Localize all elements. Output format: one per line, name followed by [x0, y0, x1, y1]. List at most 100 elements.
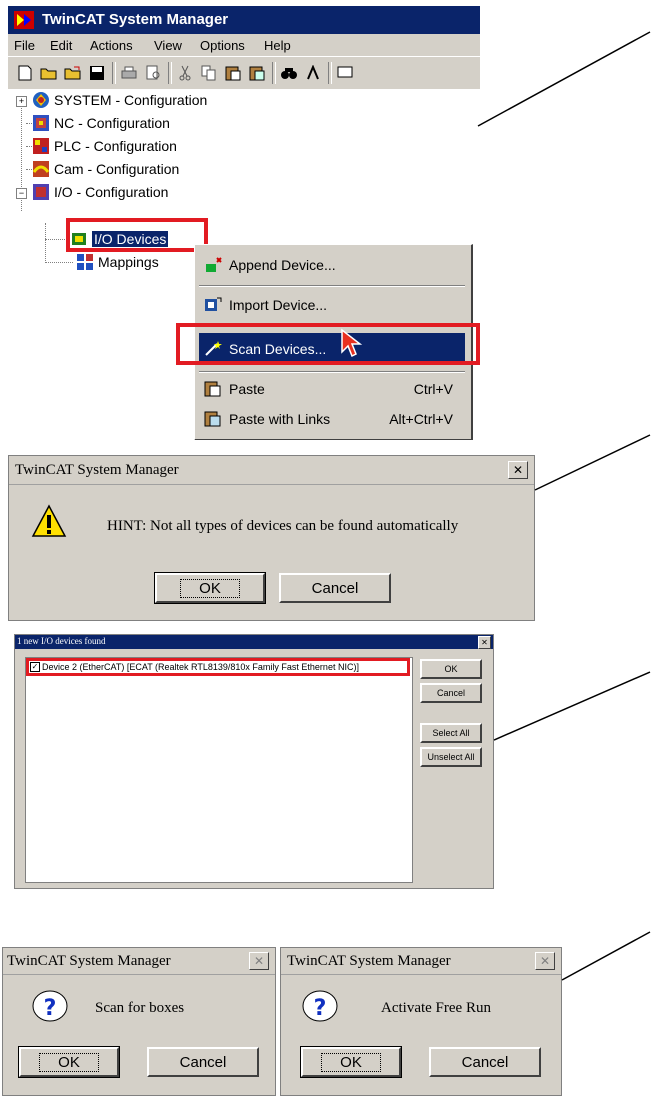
button-label: Cancel [461, 1053, 509, 1071]
cancel-button[interactable]: Cancel [429, 1047, 541, 1077]
leader-line [534, 434, 651, 491]
button-label: Select All [432, 728, 470, 738]
dialog-title-bar: 1 new I/O devices found ✕ [15, 635, 493, 649]
dialog-title-bar: TwinCAT System Manager ✕ [9, 456, 534, 485]
collapse-io-icon[interactable]: − [16, 188, 27, 199]
leader-line [493, 671, 651, 741]
dialog-title: TwinCAT System Manager [7, 953, 171, 969]
paste-links-icon[interactable] [248, 65, 266, 81]
devices-found-dialog: 1 new I/O devices found ✕ ✓ Device 2 (Et… [14, 634, 494, 889]
tree-node-label: Cam - Configuration [54, 161, 180, 177]
close-button[interactable]: ✕ [249, 952, 269, 970]
tree-node-label: NC - Configuration [54, 115, 170, 131]
tree-node-label: I/O - Configuration [54, 184, 169, 200]
svg-text:?: ? [314, 996, 327, 1021]
ok-button[interactable]: OK [420, 659, 482, 679]
dialog-message: Scan for boxes [95, 1000, 185, 1016]
open-folder-icon[interactable] [40, 65, 58, 81]
dialog-title: TwinCAT System Manager [287, 953, 451, 969]
tree-node-system[interactable]: SYSTEM - Configuration [32, 89, 207, 111]
system-config-icon [33, 92, 49, 108]
system-manager-window: TwinCAT System Manager File Edit Actions… [8, 6, 480, 440]
monitor-icon[interactable] [336, 65, 354, 81]
menu-actions[interactable]: Actions [90, 38, 133, 53]
mappings-icon [77, 254, 93, 270]
tree-node-cam[interactable]: Cam - Configuration [32, 158, 179, 180]
toolbar-separator [168, 62, 172, 84]
window-title: TwinCAT System Manager [42, 11, 229, 28]
menu-view[interactable]: View [154, 38, 182, 53]
close-button[interactable]: ✕ [535, 952, 555, 970]
button-label: Cancel [311, 579, 359, 597]
cam-config-icon [32, 161, 50, 177]
tree-node-io[interactable]: I/O - Configuration [32, 181, 168, 203]
new-file-icon[interactable] [16, 65, 34, 81]
svg-text:?: ? [44, 996, 57, 1021]
expand-system-icon[interactable]: + [16, 96, 27, 107]
hint-dialog: TwinCAT System Manager ✕ HINT: Not all t… [8, 455, 535, 621]
scan-boxes-dialog: TwinCAT System Manager ✕ ? Scan for boxe… [2, 947, 276, 1096]
question-icon: ? [32, 990, 68, 1022]
unselect-all-button[interactable]: Unselect All [420, 747, 482, 767]
tree-node-plc[interactable]: PLC - Configuration [32, 135, 177, 157]
plc-config-icon [33, 138, 49, 154]
question-icon: ? [302, 990, 338, 1022]
cancel-button[interactable]: Cancel [420, 683, 482, 703]
button-label: Cancel [179, 1053, 227, 1071]
ok-button[interactable]: OK [300, 1046, 402, 1078]
button-label: OK [444, 664, 458, 674]
leader-line [477, 31, 651, 127]
toolbar [8, 56, 480, 89]
menu-shortcut: Ctrl+V [413, 381, 453, 397]
nc-config-icon [33, 115, 49, 131]
toolbar-separator [272, 62, 276, 84]
open-recent-icon[interactable] [64, 65, 82, 81]
menu-paste-with-links[interactable]: Paste with Links Alt+Ctrl+V [199, 403, 465, 435]
menu-item-label: Paste with Links [229, 411, 331, 427]
highlight-io-devices [66, 218, 208, 252]
menu-paste[interactable]: Paste Ctrl+V [199, 373, 465, 405]
paste-icon[interactable] [224, 65, 242, 81]
copy-icon[interactable] [200, 65, 218, 81]
find-icon[interactable] [280, 65, 298, 81]
tree-line [45, 262, 73, 263]
menu-separator [199, 285, 465, 287]
menu-append-device[interactable]: Append Device... [199, 249, 465, 281]
menu-edit[interactable]: Edit [50, 38, 72, 53]
mouse-cursor-icon [341, 328, 363, 358]
button-label: Unselect All [427, 752, 475, 762]
leader-line [561, 931, 651, 981]
close-button[interactable]: ✕ [478, 636, 491, 649]
highlight-scan-devices [176, 323, 480, 365]
cut-icon[interactable] [176, 65, 194, 81]
toolbar-separator [112, 62, 116, 84]
paste-icon [204, 381, 221, 397]
tree-node-label: SYSTEM - Configuration [54, 92, 208, 108]
find-next-icon[interactable] [304, 65, 322, 81]
ok-button[interactable]: OK [154, 572, 266, 604]
io-config-icon [33, 184, 49, 200]
print-icon[interactable] [120, 65, 138, 81]
close-button[interactable]: ✕ [508, 461, 528, 479]
print-preview-icon[interactable] [144, 65, 162, 81]
tree-node-nc[interactable]: NC - Configuration [32, 112, 170, 134]
button-label: OK [321, 1052, 381, 1072]
cancel-button[interactable]: Cancel [147, 1047, 259, 1077]
dialog-title-bar: TwinCAT System Manager ✕ [281, 948, 561, 975]
save-icon[interactable] [88, 65, 106, 81]
menu-file[interactable]: File [14, 38, 35, 53]
twincat-app-icon [14, 11, 34, 29]
title-bar: TwinCAT System Manager [8, 6, 480, 34]
menu-help[interactable]: Help [264, 38, 291, 53]
tree-node-label: PLC - Configuration [54, 138, 177, 154]
menu-options[interactable]: Options [200, 38, 245, 53]
tree-node-mappings[interactable]: Mappings [76, 251, 159, 273]
cancel-button[interactable]: Cancel [279, 573, 391, 603]
highlight-device-entry [26, 658, 410, 676]
menu-import-device[interactable]: Import Device... [199, 289, 465, 321]
dialog-message: Activate Free Run [381, 1000, 491, 1016]
toolbar-separator [328, 62, 332, 84]
ok-button[interactable]: OK [18, 1046, 120, 1078]
select-all-button[interactable]: Select All [420, 723, 482, 743]
hint-message: HINT: Not all types of devices can be fo… [107, 518, 459, 534]
